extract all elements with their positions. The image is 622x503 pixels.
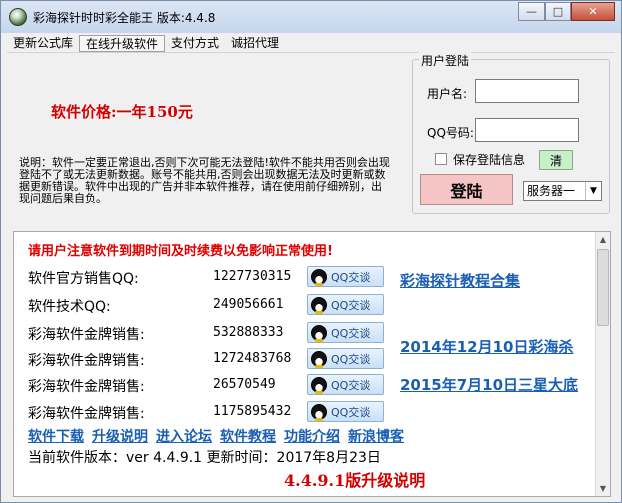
- username-label: 用户名:: [427, 87, 468, 101]
- title-bar: 彩海探针时时彩全能王 版本:4.4.8 — □ ✕: [1, 1, 621, 33]
- contact-qq: 1227730315: [213, 269, 292, 284]
- qq-penguin-icon: [311, 376, 327, 394]
- price-label: 软件价格:一年150元: [51, 103, 193, 121]
- tutorial-link[interactable]: 彩海探针教程合集: [400, 270, 520, 291]
- menu-bar: 更新公式库 在线升级软件 支付方式 诚招代理: [7, 34, 615, 53]
- qq-label: QQ号码:: [427, 126, 474, 140]
- features-link[interactable]: 功能介绍: [284, 426, 340, 446]
- upgrade-notes-heading: 4.4.9.1版升级说明: [284, 471, 426, 490]
- window-title: 彩海探针时时彩全能王 版本:4.4.8: [33, 11, 216, 25]
- login-legend: 用户登陆: [419, 52, 472, 69]
- contact-qq: 249056661: [213, 297, 284, 312]
- qq-penguin-icon: [311, 296, 327, 314]
- scroll-down-icon[interactable]: ▼: [596, 481, 610, 496]
- upgrade-notes-link[interactable]: 升级说明: [92, 426, 148, 446]
- menu-payment[interactable]: 支付方式: [165, 35, 225, 52]
- contact-label: 软件官方销售QQ:: [28, 271, 139, 287]
- login-button[interactable]: 登陆: [420, 174, 513, 205]
- qq-penguin-icon: [311, 403, 327, 421]
- server-select[interactable]: 服务器一 ▼: [523, 181, 602, 201]
- menu-update-formula[interactable]: 更新公式库: [7, 35, 79, 52]
- login-group: 用户登陆 用户名: QQ号码: 保存登陆信息 清 登陆 服务器一 ▼: [412, 52, 610, 214]
- save-login-checkbox[interactable]: [435, 153, 447, 165]
- qq-chat-button[interactable]: QQ交谈: [307, 374, 384, 395]
- username-input[interactable]: [475, 79, 579, 103]
- app-logo-icon: [9, 8, 27, 26]
- vertical-scrollbar[interactable]: ▲ ▼: [595, 232, 610, 496]
- contact-qq: 1272483768: [213, 351, 292, 366]
- qq-penguin-icon: [311, 350, 327, 368]
- info-panel: 软件价格:一年150元 说明：软件一定要正常退出,否则下次可能无法登陆!软件不能…: [9, 55, 407, 225]
- menu-online-upgrade[interactable]: 在线升级软件: [79, 34, 166, 52]
- footer-links: 软件下载 升级说明 进入论坛 软件教程 功能介绍 新浪博客: [28, 426, 412, 446]
- contact-label: 彩海软件金牌销售:: [28, 353, 145, 369]
- qq-chat-button[interactable]: QQ交谈: [307, 322, 384, 343]
- qq-chat-label: QQ交谈: [331, 270, 371, 284]
- window-controls: — □ ✕: [518, 2, 615, 21]
- close-button[interactable]: ✕: [571, 2, 615, 21]
- version-info: 当前软件版本：ver 4.4.9.1 更新时间：2017年8月23日: [28, 450, 381, 466]
- qq-penguin-icon: [311, 268, 327, 286]
- minimize-button[interactable]: —: [518, 2, 545, 21]
- contact-qq: 26570549: [213, 377, 276, 392]
- qq-chat-label: QQ交谈: [331, 352, 371, 366]
- contact-qq: 1175895432: [213, 404, 292, 419]
- chevron-down-icon: ▼: [585, 182, 601, 200]
- qq-chat-button[interactable]: QQ交谈: [307, 401, 384, 422]
- contact-panel: 请用户注意软件到期时间及时续费以免影响正常使用! 软件官方销售QQ: 12277…: [13, 231, 611, 497]
- scroll-thumb[interactable]: [597, 249, 609, 326]
- server-select-value: 服务器一: [527, 184, 576, 198]
- menu-recruit-agent[interactable]: 诚招代理: [225, 35, 285, 52]
- qq-chat-button[interactable]: QQ交谈: [307, 266, 384, 287]
- download-link[interactable]: 软件下载: [28, 426, 84, 446]
- maximize-button[interactable]: □: [545, 2, 571, 21]
- forum-link[interactable]: 进入论坛: [156, 426, 212, 446]
- scroll-up-icon[interactable]: ▲: [596, 232, 610, 247]
- qq-chat-label: QQ交谈: [331, 326, 371, 340]
- qq-chat-button[interactable]: QQ交谈: [307, 294, 384, 315]
- qq-chat-label: QQ交谈: [331, 378, 371, 392]
- news-link[interactable]: 2014年12月10日彩海杀: [400, 336, 574, 357]
- contact-qq: 532888333: [213, 325, 284, 340]
- sina-blog-link[interactable]: 新浪博客: [348, 426, 404, 446]
- news-link[interactable]: 2015年7月10日三星大底: [400, 374, 578, 395]
- qq-chat-label: QQ交谈: [331, 405, 371, 419]
- qq-chat-button[interactable]: QQ交谈: [307, 348, 384, 369]
- qq-input[interactable]: [475, 118, 579, 142]
- app-window: 彩海探针时时彩全能王 版本:4.4.8 — □ ✕ 更新公式库 在线升级软件 支…: [0, 0, 622, 503]
- qq-penguin-icon: [311, 324, 327, 342]
- save-login-label: 保存登陆信息: [453, 153, 526, 167]
- contact-label: 彩海软件金牌销售:: [28, 327, 145, 343]
- clear-button[interactable]: 清: [539, 150, 573, 170]
- tutorial-link[interactable]: 软件教程: [220, 426, 276, 446]
- qq-chat-label: QQ交谈: [331, 298, 371, 312]
- contact-label: 彩海软件金牌销售:: [28, 406, 145, 422]
- contact-label: 彩海软件金牌销售:: [28, 379, 145, 395]
- expiry-warning: 请用户注意软件到期时间及时续费以免影响正常使用!: [28, 244, 333, 259]
- notice-text: 说明：软件一定要正常退出,否则下次可能无法登陆!软件不能共用否则会出现登陆不了或…: [19, 156, 390, 205]
- contact-label: 软件技术QQ:: [28, 299, 111, 315]
